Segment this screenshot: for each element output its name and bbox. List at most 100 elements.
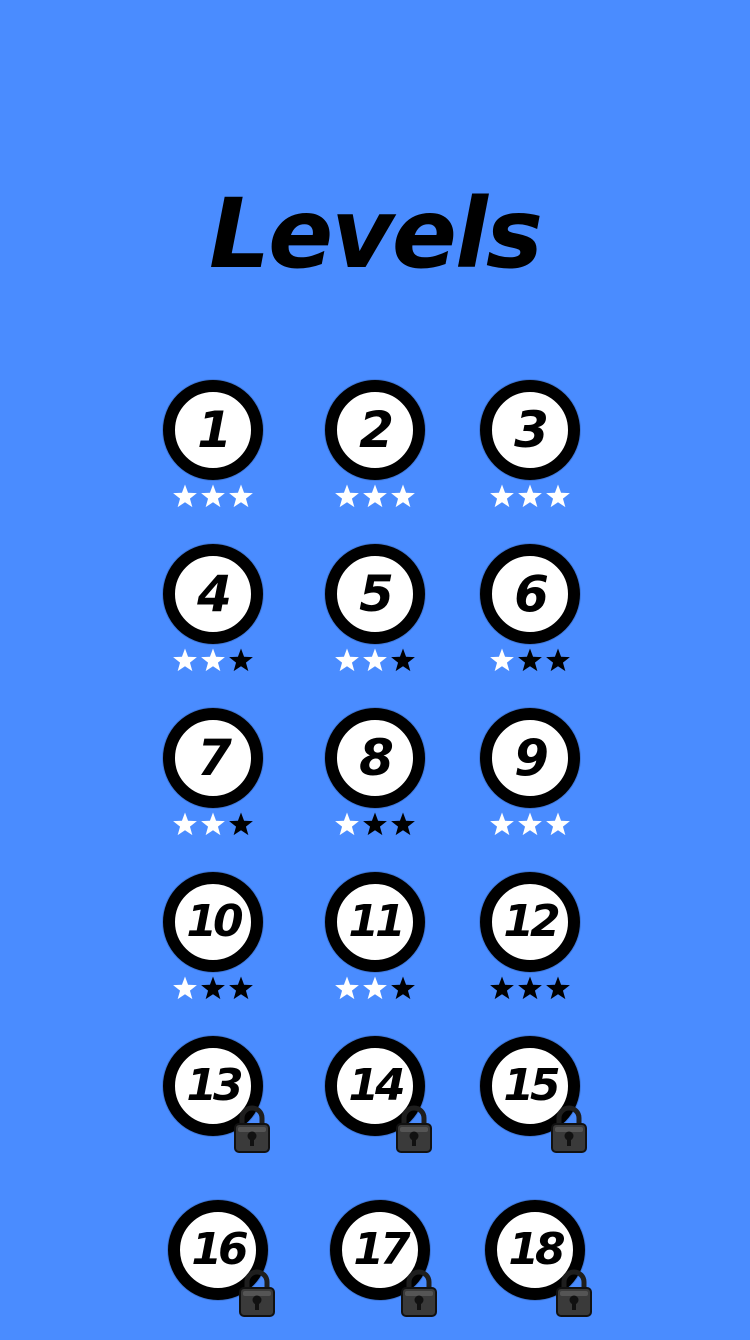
star-earned-icon bbox=[173, 812, 197, 836]
star-empty-icon bbox=[391, 976, 415, 1000]
star-earned-icon bbox=[391, 484, 415, 508]
level-number: 7 bbox=[197, 729, 232, 787]
padlock-icon bbox=[556, 1269, 592, 1317]
level-number: 4 bbox=[197, 565, 232, 623]
star-earned-icon bbox=[490, 812, 514, 836]
star-earned-icon bbox=[546, 484, 570, 508]
star-earned-icon bbox=[546, 812, 570, 836]
star-earned-icon bbox=[173, 976, 197, 1000]
star-empty-icon bbox=[363, 812, 387, 836]
level-number: 6 bbox=[514, 565, 549, 623]
level-number: 15 bbox=[503, 1060, 560, 1111]
level-button-14[interactable]: 14 bbox=[320, 1036, 432, 1176]
level-button-6[interactable]: 6 bbox=[475, 544, 585, 684]
level-badge: 9 bbox=[480, 708, 580, 808]
level-stars bbox=[158, 811, 268, 837]
level-button-4[interactable]: 4 bbox=[158, 544, 268, 684]
level-stars bbox=[320, 975, 430, 1001]
star-empty-icon bbox=[546, 976, 570, 1000]
star-earned-icon bbox=[173, 648, 197, 672]
padlock-icon bbox=[401, 1269, 437, 1317]
star-empty-icon bbox=[518, 976, 542, 1000]
level-button-2[interactable]: 2 bbox=[320, 380, 430, 520]
level-button-18[interactable]: 18 bbox=[480, 1200, 592, 1340]
level-stars bbox=[320, 483, 430, 509]
star-empty-icon bbox=[518, 648, 542, 672]
level-button-12[interactable]: 12 bbox=[475, 872, 585, 1012]
padlock-icon bbox=[234, 1105, 270, 1153]
level-badge: 10 bbox=[163, 872, 263, 972]
level-number: 3 bbox=[514, 401, 549, 459]
page-title: Levels bbox=[208, 178, 543, 290]
level-number: 11 bbox=[348, 896, 405, 947]
star-earned-icon bbox=[363, 648, 387, 672]
star-earned-icon bbox=[518, 484, 542, 508]
level-button-1[interactable]: 1 bbox=[158, 380, 268, 520]
level-number: 16 bbox=[191, 1224, 248, 1275]
level-number: 8 bbox=[359, 729, 394, 787]
level-badge: 2 bbox=[325, 380, 425, 480]
level-number: 12 bbox=[503, 896, 560, 947]
level-stars bbox=[320, 647, 430, 673]
level-stars bbox=[158, 483, 268, 509]
star-earned-icon bbox=[490, 648, 514, 672]
padlock-icon bbox=[551, 1105, 587, 1153]
star-earned-icon bbox=[363, 976, 387, 1000]
level-button-15[interactable]: 15 bbox=[475, 1036, 587, 1176]
star-earned-icon bbox=[518, 812, 542, 836]
star-earned-icon bbox=[201, 812, 225, 836]
level-badge: 5 bbox=[325, 544, 425, 644]
star-earned-icon bbox=[363, 484, 387, 508]
level-badge: 12 bbox=[480, 872, 580, 972]
level-stars bbox=[475, 483, 585, 509]
star-earned-icon bbox=[335, 812, 359, 836]
level-number: 1 bbox=[197, 401, 232, 459]
level-number: 9 bbox=[514, 729, 549, 787]
star-empty-icon bbox=[229, 976, 253, 1000]
level-stars bbox=[158, 975, 268, 1001]
star-earned-icon bbox=[335, 484, 359, 508]
star-empty-icon bbox=[201, 976, 225, 1000]
level-button-7[interactable]: 7 bbox=[158, 708, 268, 848]
star-earned-icon bbox=[201, 648, 225, 672]
star-earned-icon bbox=[335, 976, 359, 1000]
star-earned-icon bbox=[201, 484, 225, 508]
level-button-11[interactable]: 11 bbox=[320, 872, 430, 1012]
level-badge: 8 bbox=[325, 708, 425, 808]
padlock-icon bbox=[396, 1105, 432, 1153]
level-button-8[interactable]: 8 bbox=[320, 708, 430, 848]
star-empty-icon bbox=[229, 812, 253, 836]
level-number: 2 bbox=[359, 401, 394, 459]
level-button-13[interactable]: 13 bbox=[158, 1036, 270, 1176]
level-badge: 4 bbox=[163, 544, 263, 644]
level-stars bbox=[475, 647, 585, 673]
level-number: 10 bbox=[186, 896, 243, 947]
level-button-3[interactable]: 3 bbox=[475, 380, 585, 520]
level-button-5[interactable]: 5 bbox=[320, 544, 430, 684]
level-number: 17 bbox=[353, 1224, 410, 1275]
level-stars bbox=[475, 811, 585, 837]
level-badge: 11 bbox=[325, 872, 425, 972]
star-earned-icon bbox=[490, 484, 514, 508]
level-stars bbox=[475, 975, 585, 1001]
star-empty-icon bbox=[546, 648, 570, 672]
level-number: 18 bbox=[508, 1224, 565, 1275]
level-badge: 3 bbox=[480, 380, 580, 480]
level-badge: 7 bbox=[163, 708, 263, 808]
star-empty-icon bbox=[391, 648, 415, 672]
level-number: 14 bbox=[348, 1060, 405, 1111]
level-button-9[interactable]: 9 bbox=[475, 708, 585, 848]
star-earned-icon bbox=[229, 484, 253, 508]
star-earned-icon bbox=[335, 648, 359, 672]
level-badge: 1 bbox=[163, 380, 263, 480]
star-earned-icon bbox=[173, 484, 197, 508]
level-button-17[interactable]: 17 bbox=[325, 1200, 437, 1340]
level-stars bbox=[158, 647, 268, 673]
star-empty-icon bbox=[229, 648, 253, 672]
level-stars bbox=[320, 811, 430, 837]
level-button-16[interactable]: 16 bbox=[163, 1200, 275, 1340]
level-number: 13 bbox=[186, 1060, 243, 1111]
level-button-10[interactable]: 10 bbox=[158, 872, 268, 1012]
star-empty-icon bbox=[490, 976, 514, 1000]
padlock-icon bbox=[239, 1269, 275, 1317]
